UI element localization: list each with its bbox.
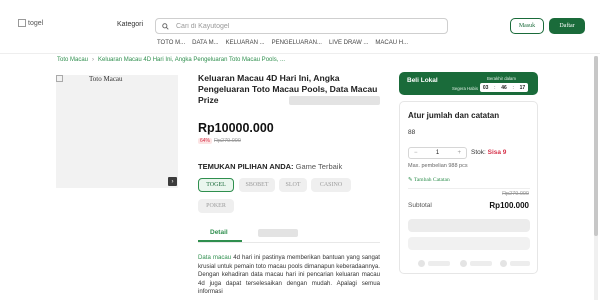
masuk-button[interactable]: Masuk bbox=[510, 18, 544, 34]
variant-label-title: TEMUKAN PILIHAN ANDA: bbox=[198, 162, 294, 171]
description-link[interactable]: Data macau bbox=[198, 254, 231, 261]
top-header: togel Kategori Masuk Daftar TOTO M... DA… bbox=[0, 0, 600, 54]
share-label-placeholder bbox=[510, 261, 530, 266]
cart-button-placeholder[interactable] bbox=[408, 237, 530, 250]
search-input[interactable] bbox=[176, 22, 416, 30]
next-image-button[interactable]: › bbox=[168, 177, 177, 186]
option-slot[interactable]: SLOT bbox=[279, 178, 307, 192]
broken-image-icon bbox=[18, 19, 26, 27]
chevron-right-icon: › bbox=[171, 178, 174, 185]
wishlist-label-placeholder bbox=[470, 261, 492, 266]
option-casino[interactable]: CASINO bbox=[311, 178, 351, 192]
countdown-minutes: 46 bbox=[501, 84, 507, 91]
subnav-item[interactable]: DATA M... bbox=[192, 40, 218, 46]
countdown-hours: 03 bbox=[482, 84, 489, 91]
add-note-link[interactable]: ✎ Tambah Catatan bbox=[408, 177, 450, 183]
breadcrumb: Toto Macau › Keluaran Macau 4D Hari Ini,… bbox=[57, 57, 285, 63]
card-divider bbox=[408, 188, 530, 189]
subnav-item[interactable]: LIVE DRAW ... bbox=[329, 40, 368, 46]
order-card: Atur jumlah dan catatan 88 − 1 + Stok: S… bbox=[399, 101, 538, 274]
subnav-item[interactable]: KELUARAN ... bbox=[226, 40, 265, 46]
stock-info: Stok: Sisa 9 bbox=[471, 149, 506, 156]
segera-habis-label: Segera Habis bbox=[452, 86, 479, 91]
logo-alt-text: togel bbox=[28, 19, 44, 27]
buy-button-placeholder[interactable] bbox=[408, 219, 530, 232]
option-togel[interactable]: TOGEL bbox=[198, 178, 234, 192]
variant-selected-value: Game Terbaik bbox=[295, 162, 343, 171]
beli-lokal-banner: Beli Lokal Segera Habis Berakhir dalam 0… bbox=[399, 72, 538, 95]
product-image-alt-text: Toto Macau bbox=[89, 75, 123, 83]
chat-label-placeholder bbox=[428, 261, 450, 266]
product-image[interactable]: Toto Macau bbox=[56, 75, 178, 188]
countdown-seconds: 17 bbox=[519, 84, 526, 91]
option-sbobet[interactable]: SBOBET bbox=[239, 178, 275, 192]
discount-badge: 64% bbox=[198, 138, 213, 144]
subnav-item[interactable]: PENGELUARAN... bbox=[272, 40, 322, 46]
subtotal-value: Rp100.000 bbox=[489, 201, 529, 210]
broken-image-icon bbox=[56, 75, 63, 82]
wishlist-icon-placeholder[interactable] bbox=[460, 260, 467, 267]
tab-divider bbox=[198, 242, 380, 243]
plus-button[interactable]: + bbox=[457, 150, 461, 156]
subnav-item[interactable]: TOTO M... bbox=[157, 40, 185, 46]
stock-label: Stok: bbox=[471, 149, 486, 156]
site-logo[interactable]: togel bbox=[18, 16, 78, 30]
search-bar[interactable] bbox=[155, 18, 448, 34]
subnav-item[interactable]: MACAU H... bbox=[375, 40, 408, 46]
breadcrumb-home[interactable]: Toto Macau bbox=[57, 57, 88, 63]
page-scrollbar[interactable] bbox=[594, 56, 598, 300]
option-poker[interactable]: POKER bbox=[198, 199, 234, 213]
chat-icon-placeholder[interactable] bbox=[418, 260, 425, 267]
countdown-separator: : bbox=[512, 84, 514, 91]
countdown-separator: : bbox=[494, 84, 496, 91]
subtotal-label: Subtotal bbox=[408, 202, 432, 209]
stock-remaining: Sisa 9 bbox=[487, 149, 507, 156]
beli-lokal-label: Beli Lokal bbox=[407, 77, 438, 84]
product-description: Data macau 4d hari ini pastinya memberik… bbox=[198, 254, 380, 297]
minus-button[interactable]: − bbox=[414, 150, 418, 156]
share-icon-placeholder[interactable] bbox=[500, 260, 507, 267]
quantity-stepper[interactable]: − 1 + bbox=[408, 147, 467, 159]
breadcrumb-current[interactable]: Keluaran Macau 4D Hari Ini, Angka Pengel… bbox=[98, 57, 285, 63]
old-price: Rp279.000 bbox=[214, 138, 241, 144]
quantity-value[interactable]: 1 bbox=[436, 150, 439, 156]
search-icon bbox=[162, 22, 169, 30]
title-placeholder bbox=[289, 96, 380, 105]
product-image-alt: Toto Macau bbox=[56, 75, 123, 83]
countdown-timer: 03 : 46 : 17 bbox=[480, 83, 528, 92]
selected-variant-value: 88 bbox=[408, 129, 416, 136]
max-purchase-text: Max. pembelian 988 pcs bbox=[408, 163, 468, 169]
berakhir-label: Berakhir dalam bbox=[487, 76, 516, 81]
daftar-button[interactable]: Daftar bbox=[549, 18, 585, 34]
tab-detail[interactable]: Detail bbox=[210, 229, 228, 236]
order-card-heading: Atur jumlah dan catatan bbox=[408, 111, 500, 120]
product-price: Rp10000.000 bbox=[198, 121, 274, 135]
tab-placeholder bbox=[258, 229, 298, 237]
variant-label: TEMUKAN PILIHAN ANDA: Game Terbaik bbox=[198, 162, 342, 171]
scrollbar-thumb[interactable] bbox=[594, 56, 598, 236]
kategori-menu[interactable]: Kategori bbox=[117, 21, 143, 28]
sub-navigation: TOTO M... DATA M... KELUARAN ... PENGELU… bbox=[157, 40, 408, 46]
pencil-icon: ✎ bbox=[408, 177, 413, 183]
chevron-right-icon: › bbox=[92, 57, 95, 63]
add-note-label: Tambah Catatan bbox=[413, 177, 450, 183]
card-old-price: Rp279.000 bbox=[502, 191, 529, 197]
